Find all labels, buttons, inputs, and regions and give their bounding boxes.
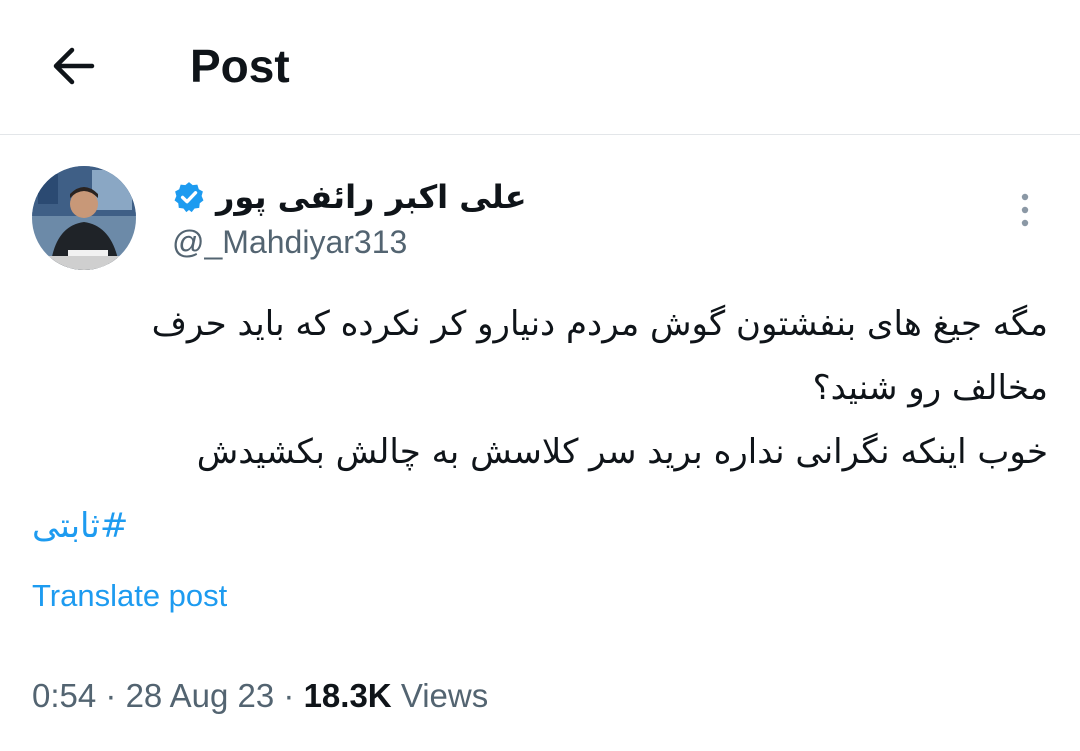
more-vertical-icon [1021,193,1029,227]
avatar-image [32,166,136,270]
views-count[interactable]: 18.3K [304,677,392,714]
arrow-left-icon [53,47,95,85]
tweet-time[interactable]: 0:54 [32,677,96,714]
back-button[interactable] [48,40,100,92]
tweet-line: مخالف رو شنید؟ [812,368,1048,408]
tweet-metadata: 0:54 · 28 Aug 23 · 18.3K Views [32,674,488,718]
tweet-line: خوب اینکه نگرانی نداره برید سر کلاسش به … [196,432,1048,472]
author-handle[interactable]: @_Mahdiyar313 [172,222,407,262]
tweet-line: مگه جیغ های بنفشتون گوش مردم دنیارو کر ن… [151,304,1048,344]
tweet-text: مگه جیغ های بنفشتون گوش مردم دنیارو کر ن… [32,292,1048,484]
avatar[interactable] [32,166,136,270]
verified-badge-icon [174,182,204,213]
more-options-button[interactable] [1010,190,1040,230]
top-bar: Post [0,0,1080,134]
page-title: Post [190,40,290,92]
author-name-row: علی اکبر رائفی پور [172,172,527,222]
views-label: Views [400,677,489,714]
author-display-name[interactable]: علی اکبر رائفی پور [216,178,527,216]
translate-post-link[interactable]: Translate post [32,574,227,618]
header-divider [0,134,1080,135]
separator: · [283,677,295,714]
separator: · [105,677,117,714]
hashtag-link[interactable]: #ثابتی [32,498,128,554]
tweet-date[interactable]: 28 Aug 23 [126,677,275,714]
